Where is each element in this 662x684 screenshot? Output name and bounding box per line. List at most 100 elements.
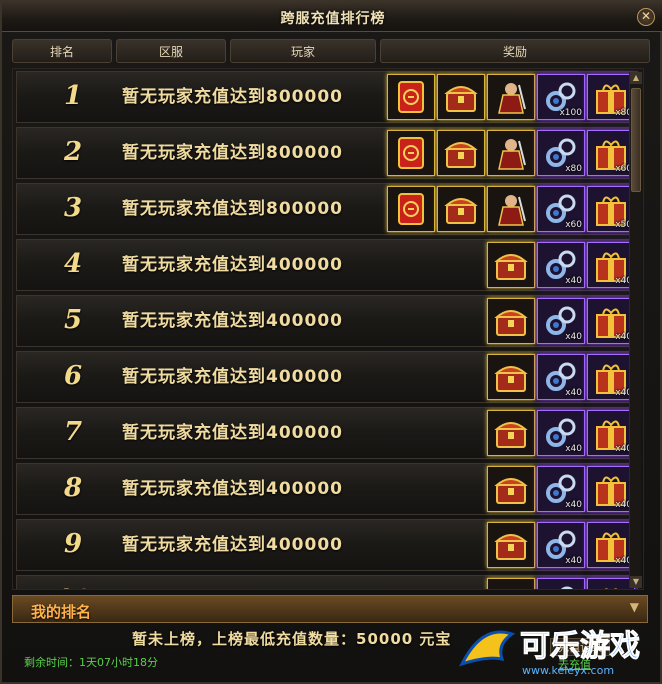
- rank-number: 2: [63, 137, 83, 167]
- reward-list: x60 x50: [387, 186, 635, 232]
- reward-item[interactable]: x40: [587, 410, 635, 456]
- reward-item[interactable]: x40: [587, 466, 635, 512]
- ranking-list[interactable]: 1 暂无玩家充值达到800000 x100 x80 2 暂无玩家充值达到800000 x80…: [12, 68, 644, 590]
- player-name: 暂无玩家充值达到400000: [122, 367, 343, 387]
- table-row[interactable]: 4 暂无玩家充值达到400000 x40 x40: [16, 239, 638, 291]
- warrior-icon: [498, 139, 526, 170]
- reward-item[interactable]: x40: [587, 522, 635, 568]
- table-row[interactable]: 8 暂无玩家充值达到400000 x40 x40: [16, 463, 638, 515]
- reward-item[interactable]: [487, 298, 535, 344]
- reward-item[interactable]: x100: [537, 74, 585, 120]
- close-icon[interactable]: ✕: [637, 8, 655, 26]
- watermark-logo: 可乐游戏 www.keleyx.com: [459, 629, 641, 677]
- reward-quantity: x100: [559, 108, 582, 118]
- reward-item[interactable]: [387, 130, 435, 176]
- table-row[interactable]: 10: [16, 575, 638, 589]
- reward-quantity: x40: [565, 332, 582, 342]
- reward-item[interactable]: [487, 410, 535, 456]
- reward-item[interactable]: x40: [587, 354, 635, 400]
- red-token-icon: [398, 81, 424, 113]
- reward-item[interactable]: x40: [537, 298, 585, 344]
- scroll-up-arrow-icon[interactable]: ▲: [630, 72, 642, 84]
- reward-item[interactable]: [487, 74, 535, 120]
- rank-number: 9: [63, 529, 83, 559]
- reward-list: x40 x40: [487, 298, 635, 344]
- reward-item[interactable]: x40: [537, 522, 585, 568]
- reward-list: x80 x60: [387, 130, 635, 176]
- reward-quantity: x40: [565, 444, 582, 454]
- player-name: 暂无玩家充值达到400000: [122, 255, 343, 275]
- reward-item[interactable]: [487, 466, 535, 512]
- reward-item[interactable]: [487, 578, 535, 589]
- gift-box-icon: [604, 588, 618, 589]
- reward-item[interactable]: x80: [587, 74, 635, 120]
- treasure-chest-icon: [494, 254, 528, 280]
- rank-number: 1: [63, 81, 83, 111]
- reward-item[interactable]: x40: [537, 466, 585, 512]
- reward-item[interactable]: x40: [587, 242, 635, 288]
- remaining-time: 剩余时间：1天07小时18分: [24, 656, 158, 669]
- blue-ring-icon: [560, 586, 574, 589]
- treasure-chest-icon: [444, 86, 478, 112]
- table-header: 排名 区服 玩家 奖励: [12, 39, 652, 63]
- warrior-icon: [498, 83, 526, 114]
- reward-item[interactable]: [437, 130, 485, 176]
- reward-item[interactable]: x40: [537, 354, 585, 400]
- reward-item[interactable]: [437, 74, 485, 120]
- player-name: 暂无玩家充值达到800000: [122, 143, 343, 163]
- reward-list: [487, 578, 635, 589]
- reward-item[interactable]: [487, 242, 535, 288]
- table-row[interactable]: 9 暂无玩家充值达到400000 x40 x40: [16, 519, 638, 571]
- reward-item[interactable]: x40: [537, 410, 585, 456]
- my-rank-label: 我的排名: [31, 603, 92, 621]
- reward-item[interactable]: [487, 522, 535, 568]
- table-row[interactable]: 5 暂无玩家充值达到400000 x40 x40: [16, 295, 638, 347]
- treasure-chest-icon: [494, 478, 528, 504]
- player-name: 暂无玩家充值达到800000: [122, 87, 343, 107]
- scroll-down-arrow-icon[interactable]: ▼: [630, 576, 642, 588]
- reward-item[interactable]: x40: [537, 242, 585, 288]
- table-row[interactable]: 7 暂无玩家充值达到400000 x40 x40: [16, 407, 638, 459]
- reward-quantity: x40: [565, 276, 582, 286]
- reward-item[interactable]: [487, 354, 535, 400]
- reward-list: x40 x40: [487, 410, 635, 456]
- reward-item[interactable]: [537, 578, 585, 589]
- rank-number: 10: [37, 576, 109, 589]
- reward-item[interactable]: x80: [537, 130, 585, 176]
- header-server: 区服: [116, 39, 226, 63]
- reward-item[interactable]: [587, 578, 635, 589]
- reward-quantity: x40: [565, 556, 582, 566]
- reward-item[interactable]: [487, 186, 535, 232]
- chevron-down-icon[interactable]: ▼: [630, 600, 639, 614]
- reward-item[interactable]: x60: [537, 186, 585, 232]
- player-name: 暂无玩家充值达到400000: [122, 535, 343, 555]
- player-name: 暂无玩家充值达到400000: [122, 311, 343, 331]
- reward-list: x40 x40: [487, 354, 635, 400]
- reward-item[interactable]: [387, 74, 435, 120]
- reward-item[interactable]: [437, 186, 485, 232]
- table-row[interactable]: 3 暂无玩家充值达到800000 x60 x50: [16, 183, 638, 235]
- treasure-chest-icon: [494, 422, 528, 448]
- player-name: 暂无玩家充值达到800000: [122, 199, 343, 219]
- reward-item[interactable]: [487, 130, 535, 176]
- reward-list: x40 x40: [487, 242, 635, 288]
- reward-list: x100 x80: [387, 74, 635, 120]
- table-row[interactable]: 1 暂无玩家充值达到800000 x100 x80: [16, 71, 638, 123]
- title-bar[interactable]: 跨服充值排行榜 ✕: [2, 2, 662, 32]
- reward-item[interactable]: x60: [587, 130, 635, 176]
- reward-list: x40 x40: [487, 522, 635, 568]
- reward-item[interactable]: [387, 186, 435, 232]
- reward-quantity: x40: [565, 388, 582, 398]
- header-player: 玩家: [230, 39, 376, 63]
- svg-text:www.keleyx.com: www.keleyx.com: [522, 664, 614, 677]
- ranking-window: 跨服充值排行榜 ✕ 排名 区服 玩家 奖励 1 暂无玩家充值达到800000 x10…: [0, 0, 662, 684]
- scrollbar[interactable]: ▲ ▼: [629, 72, 642, 588]
- scroll-thumb[interactable]: [631, 88, 641, 192]
- table-row[interactable]: 6 暂无玩家充值达到400000 x40 x40: [16, 351, 638, 403]
- treasure-chest-icon: [494, 534, 528, 560]
- table-row[interactable]: 2 暂无玩家充值达到800000 x80 x60: [16, 127, 638, 179]
- reward-item[interactable]: x50: [587, 186, 635, 232]
- treasure-chest-icon: [494, 310, 528, 336]
- warrior-icon: [498, 195, 526, 226]
- reward-item[interactable]: x40: [587, 298, 635, 344]
